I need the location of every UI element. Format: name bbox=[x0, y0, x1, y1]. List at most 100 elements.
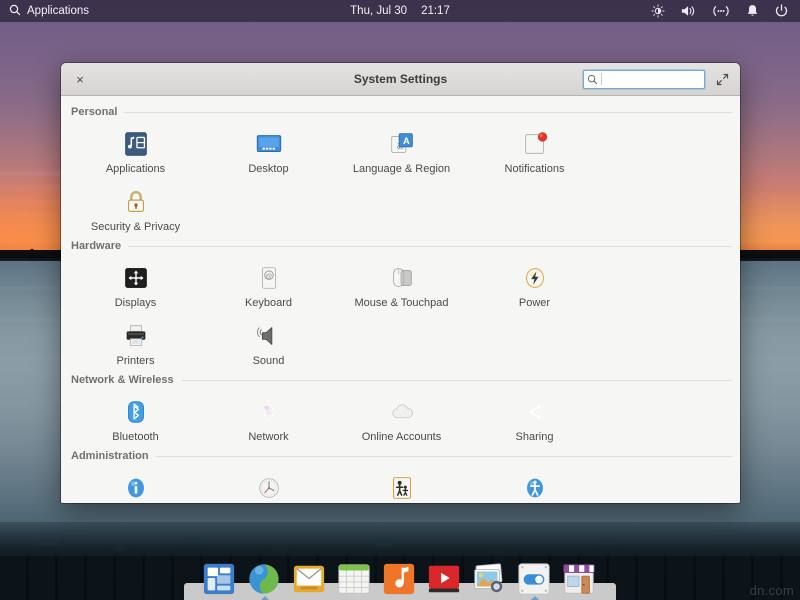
settings-tile-bluetooth[interactable]: Bluetooth bbox=[69, 390, 202, 448]
settings-grid: Bluetooth Network Online Accounts bbox=[69, 390, 732, 448]
mail-icon bbox=[292, 585, 326, 599]
language-region-icon: あ A bbox=[386, 128, 418, 160]
sound-icon bbox=[253, 320, 285, 352]
settings-tile-notifications[interactable]: Notifications bbox=[468, 122, 601, 180]
section-header: Personal bbox=[69, 106, 732, 118]
keyboard-icon: @ bbox=[253, 262, 285, 294]
section-divider bbox=[156, 456, 732, 457]
settings-tile-label: Sound bbox=[253, 355, 285, 367]
section-title: Personal bbox=[71, 106, 117, 118]
settings-tile-label: Power bbox=[519, 297, 550, 309]
dock-item-photos[interactable] bbox=[472, 562, 508, 598]
dock-item-mail[interactable] bbox=[292, 562, 328, 598]
settings-tile-universal-access[interactable]: Universal Access bbox=[468, 466, 601, 503]
dock-item-app-store[interactable] bbox=[562, 562, 598, 598]
settings-tile-applications[interactable]: Applications bbox=[69, 122, 202, 180]
settings-section: Administration About Date & Time bbox=[69, 450, 732, 503]
top-panel: Applications Thu, Jul 30 21:17 bbox=[0, 0, 800, 22]
section-header: Network & Wireless bbox=[69, 374, 732, 386]
dock-item-system-settings[interactable] bbox=[517, 562, 553, 598]
applications-icon bbox=[120, 128, 152, 160]
settings-section: Personal Applications bbox=[69, 106, 732, 238]
settings-tile-label: Desktop bbox=[248, 163, 288, 175]
sharing-icon bbox=[519, 396, 551, 428]
dock-item-calendar[interactable] bbox=[337, 562, 373, 598]
settings-tile-screen-time-limits[interactable]: Screen Time & Limits bbox=[335, 466, 468, 503]
applications-menu[interactable]: Applications bbox=[0, 4, 89, 19]
dock-item-files[interactable] bbox=[202, 562, 238, 598]
settings-tile-label: Bluetooth bbox=[112, 431, 158, 443]
settings-tile-label: Mouse & Touchpad bbox=[355, 297, 449, 309]
settings-tile-label: Network bbox=[248, 431, 288, 443]
settings-search-box[interactable] bbox=[583, 70, 705, 89]
settings-tile-desktop[interactable]: Desktop bbox=[202, 122, 335, 180]
dock-item-videos[interactable] bbox=[427, 562, 463, 598]
search-input[interactable] bbox=[605, 73, 701, 85]
settings-tile-label: Online Accounts bbox=[362, 431, 442, 443]
settings-tile-label: Printers bbox=[117, 355, 155, 367]
dock-item-music[interactable] bbox=[382, 562, 418, 598]
notifications-icon bbox=[519, 128, 551, 160]
settings-section: Hardware Displays @ Keyboard bbox=[69, 240, 732, 372]
panel-time: 21:17 bbox=[421, 5, 450, 17]
settings-tile-security-privacy[interactable]: Security & Privacy bbox=[69, 180, 202, 238]
settings-tile-date-time[interactable]: Date & Time bbox=[202, 466, 335, 503]
settings-tile-language-region[interactable]: あ A Language & Region bbox=[335, 122, 468, 180]
watermark: dn.com bbox=[750, 583, 794, 598]
maximize-button[interactable] bbox=[715, 72, 730, 87]
settings-tile-about[interactable]: About bbox=[69, 466, 202, 503]
applications-menu-label: Applications bbox=[27, 5, 89, 17]
running-indicator bbox=[531, 596, 539, 600]
network-icon bbox=[253, 396, 285, 428]
search-icon bbox=[9, 4, 21, 19]
search-caret bbox=[601, 73, 602, 85]
section-title: Network & Wireless bbox=[71, 374, 174, 386]
settings-tile-label: Notifications bbox=[505, 163, 565, 175]
settings-tile-label: Applications bbox=[106, 163, 165, 175]
bluetooth-icon bbox=[120, 396, 152, 428]
network-icon[interactable] bbox=[712, 5, 730, 17]
panel-tray bbox=[651, 4, 800, 18]
volume-icon[interactable] bbox=[681, 4, 696, 18]
svg-text:@: @ bbox=[265, 273, 272, 280]
settings-tile-sound[interactable]: Sound bbox=[202, 314, 335, 372]
desktop-icon bbox=[253, 128, 285, 160]
dock bbox=[184, 560, 616, 598]
power-icon[interactable] bbox=[775, 4, 788, 18]
calendar-icon bbox=[337, 585, 371, 599]
settings-tile-label: Keyboard bbox=[245, 297, 292, 309]
screen-time-limits-icon bbox=[386, 472, 418, 503]
settings-tile-sharing[interactable]: Sharing bbox=[468, 390, 601, 448]
settings-grid: Displays @ Keyboard Mouse & Touchpad Pow… bbox=[69, 256, 732, 372]
universal-access-icon bbox=[519, 472, 551, 503]
close-button[interactable]: × bbox=[72, 71, 88, 87]
settings-tile-keyboard[interactable]: @ Keyboard bbox=[202, 256, 335, 314]
settings-tile-label: Language & Region bbox=[353, 163, 450, 175]
power-icon bbox=[519, 262, 551, 294]
wallpaper-rocks bbox=[0, 522, 800, 558]
brightness-icon[interactable] bbox=[651, 4, 665, 18]
settings-tile-displays[interactable]: Displays bbox=[69, 256, 202, 314]
window-titlebar: × System Settings bbox=[61, 63, 740, 96]
displays-icon bbox=[120, 262, 152, 294]
mouse-touchpad-icon bbox=[386, 262, 418, 294]
settings-section: Network & Wireless Bluetooth bbox=[69, 374, 732, 448]
files-icon bbox=[202, 585, 236, 599]
printers-icon bbox=[120, 320, 152, 352]
settings-tile-printers[interactable]: Printers bbox=[69, 314, 202, 372]
settings-content: Personal Applications bbox=[61, 96, 740, 503]
dock-item-web-browser[interactable] bbox=[247, 562, 283, 598]
videos-icon bbox=[427, 585, 461, 599]
settings-tile-network[interactable]: Network bbox=[202, 390, 335, 448]
settings-tile-online-accounts[interactable]: Online Accounts bbox=[335, 390, 468, 448]
settings-grid: Applications Desktop あ A Language & Regi… bbox=[69, 122, 732, 238]
settings-tile-power[interactable]: Power bbox=[468, 256, 601, 314]
section-header: Administration bbox=[69, 450, 732, 462]
settings-tile-label: Security & Privacy bbox=[91, 221, 180, 233]
system-settings-window: × System Settings bbox=[61, 63, 740, 503]
music-icon bbox=[382, 585, 416, 599]
notifications-bell-icon[interactable] bbox=[746, 4, 759, 18]
section-title: Hardware bbox=[71, 240, 121, 252]
settings-tile-mouse-touchpad[interactable]: Mouse & Touchpad bbox=[335, 256, 468, 314]
section-header: Hardware bbox=[69, 240, 732, 252]
